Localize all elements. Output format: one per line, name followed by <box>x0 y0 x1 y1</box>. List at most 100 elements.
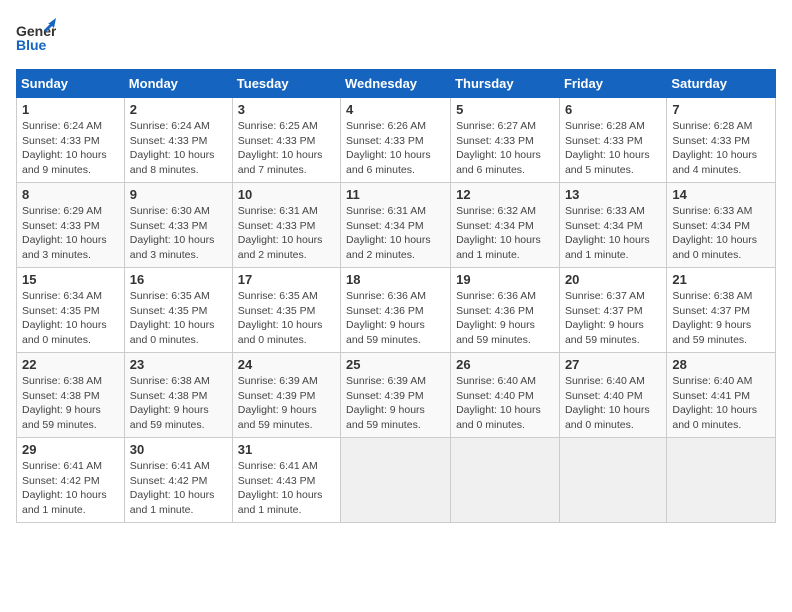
day-info: Sunrise: 6:37 AMSunset: 4:37 PMDaylight:… <box>565 289 661 348</box>
day-number: 5 <box>456 102 554 117</box>
day-number: 11 <box>346 187 445 202</box>
day-info: Sunrise: 6:27 AMSunset: 4:33 PMDaylight:… <box>456 119 554 178</box>
day-info: Sunrise: 6:36 AMSunset: 4:36 PMDaylight:… <box>456 289 554 348</box>
day-info: Sunrise: 6:28 AMSunset: 4:33 PMDaylight:… <box>672 119 770 178</box>
page-header: General Blue <box>16 16 776 61</box>
day-cell: 5 Sunrise: 6:27 AMSunset: 4:33 PMDaylight… <box>451 98 560 183</box>
day-number: 21 <box>672 272 770 287</box>
day-cell: 16 Sunrise: 6:35 AMSunset: 4:35 PMDayligh… <box>124 268 232 353</box>
day-info: Sunrise: 6:29 AMSunset: 4:33 PMDaylight:… <box>22 204 119 263</box>
day-info: Sunrise: 6:25 AMSunset: 4:33 PMDaylight:… <box>238 119 335 178</box>
day-info: Sunrise: 6:38 AMSunset: 4:38 PMDaylight:… <box>130 374 227 433</box>
week-row-3: 15 Sunrise: 6:34 AMSunset: 4:35 PMDayligh… <box>17 268 776 353</box>
day-cell: 15 Sunrise: 6:34 AMSunset: 4:35 PMDayligh… <box>17 268 125 353</box>
day-cell: 28 Sunrise: 6:40 AMSunset: 4:41 PMDayligh… <box>667 353 776 438</box>
day-cell: 3 Sunrise: 6:25 AMSunset: 4:33 PMDaylight… <box>232 98 340 183</box>
day-info: Sunrise: 6:40 AMSunset: 4:41 PMDaylight:… <box>672 374 770 433</box>
day-info: Sunrise: 6:35 AMSunset: 4:35 PMDaylight:… <box>130 289 227 348</box>
day-info: Sunrise: 6:41 AMSunset: 4:42 PMDaylight:… <box>22 459 119 518</box>
day-number: 31 <box>238 442 335 457</box>
day-info: Sunrise: 6:30 AMSunset: 4:33 PMDaylight:… <box>130 204 227 263</box>
day-info: Sunrise: 6:38 AMSunset: 4:37 PMDaylight:… <box>672 289 770 348</box>
day-cell: 4 Sunrise: 6:26 AMSunset: 4:33 PMDaylight… <box>341 98 451 183</box>
day-number: 23 <box>130 357 227 372</box>
week-row-5: 29 Sunrise: 6:41 AMSunset: 4:42 PMDayligh… <box>17 438 776 523</box>
day-cell <box>667 438 776 523</box>
week-row-1: 1 Sunrise: 6:24 AMSunset: 4:33 PMDaylight… <box>17 98 776 183</box>
day-number: 9 <box>130 187 227 202</box>
day-cell: 10 Sunrise: 6:31 AMSunset: 4:33 PMDayligh… <box>232 183 340 268</box>
svg-text:Blue: Blue <box>16 37 47 53</box>
day-cell: 30 Sunrise: 6:41 AMSunset: 4:42 PMDayligh… <box>124 438 232 523</box>
day-number: 14 <box>672 187 770 202</box>
day-cell: 21 Sunrise: 6:38 AMSunset: 4:37 PMDayligh… <box>667 268 776 353</box>
day-info: Sunrise: 6:31 AMSunset: 4:33 PMDaylight:… <box>238 204 335 263</box>
day-cell: 13Sunrise: 6:33 AMSunset: 4:34 PMDayligh… <box>559 183 666 268</box>
day-cell: 23 Sunrise: 6:38 AMSunset: 4:38 PMDayligh… <box>124 353 232 438</box>
day-info: Sunrise: 6:28 AMSunset: 4:33 PMDaylight:… <box>565 119 661 178</box>
day-info: Sunrise: 6:24 AMSunset: 4:33 PMDaylight:… <box>130 119 227 178</box>
column-header-sunday: Sunday <box>17 70 125 98</box>
day-cell: 20 Sunrise: 6:37 AMSunset: 4:37 PMDayligh… <box>559 268 666 353</box>
day-number: 6 <box>565 102 661 117</box>
column-header-thursday: Thursday <box>451 70 560 98</box>
day-cell: 12 Sunrise: 6:32 AMSunset: 4:34 PMDayligh… <box>451 183 560 268</box>
day-cell: 17 Sunrise: 6:35 AMSunset: 4:35 PMDayligh… <box>232 268 340 353</box>
day-number: 22 <box>22 357 119 372</box>
day-info: Sunrise: 6:26 AMSunset: 4:33 PMDaylight:… <box>346 119 445 178</box>
column-header-monday: Monday <box>124 70 232 98</box>
day-cell: 26 Sunrise: 6:40 AMSunset: 4:40 PMDayligh… <box>451 353 560 438</box>
day-cell <box>451 438 560 523</box>
week-row-4: 22 Sunrise: 6:38 AMSunset: 4:38 PMDayligh… <box>17 353 776 438</box>
day-info: Sunrise: 6:36 AMSunset: 4:36 PMDaylight:… <box>346 289 445 348</box>
calendar-body: 1 Sunrise: 6:24 AMSunset: 4:33 PMDaylight… <box>17 98 776 523</box>
day-cell: 8 Sunrise: 6:29 AMSunset: 4:33 PMDaylight… <box>17 183 125 268</box>
day-cell: 14Sunrise: 6:33 AMSunset: 4:34 PMDayligh… <box>667 183 776 268</box>
day-cell: 22Sunrise: 6:38 AMSunset: 4:38 PMDayligh… <box>17 353 125 438</box>
day-number: 19 <box>456 272 554 287</box>
day-info: Sunrise: 6:35 AMSunset: 4:35 PMDaylight:… <box>238 289 335 348</box>
day-number: 1 <box>22 102 119 117</box>
day-cell: 6 Sunrise: 6:28 AMSunset: 4:33 PMDaylight… <box>559 98 666 183</box>
day-cell: 9 Sunrise: 6:30 AMSunset: 4:33 PMDaylight… <box>124 183 232 268</box>
day-number: 16 <box>130 272 227 287</box>
day-cell: 25 Sunrise: 6:39 AMSunset: 4:39 PMDayligh… <box>341 353 451 438</box>
day-number: 25 <box>346 357 445 372</box>
day-cell: 7 Sunrise: 6:28 AMSunset: 4:33 PMDaylight… <box>667 98 776 183</box>
day-info: Sunrise: 6:24 AMSunset: 4:33 PMDaylight:… <box>22 119 119 178</box>
day-number: 15 <box>22 272 119 287</box>
day-info: Sunrise: 6:39 AMSunset: 4:39 PMDaylight:… <box>346 374 445 433</box>
day-info: Sunrise: 6:40 AMSunset: 4:40 PMDaylight:… <box>456 374 554 433</box>
column-header-saturday: Saturday <box>667 70 776 98</box>
day-number: 7 <box>672 102 770 117</box>
day-number: 27 <box>565 357 661 372</box>
day-info: Sunrise: 6:32 AMSunset: 4:34 PMDaylight:… <box>456 204 554 263</box>
day-info: Sunrise: 6:34 AMSunset: 4:35 PMDaylight:… <box>22 289 119 348</box>
day-cell: 19 Sunrise: 6:36 AMSunset: 4:36 PMDayligh… <box>451 268 560 353</box>
day-number: 18 <box>346 272 445 287</box>
day-number: 10 <box>238 187 335 202</box>
day-cell <box>341 438 451 523</box>
day-number: 4 <box>346 102 445 117</box>
day-info: Sunrise: 6:33 AMSunset: 4:34 PMDaylight:… <box>565 204 661 263</box>
day-info: Sunrise: 6:31 AMSunset: 4:34 PMDaylight:… <box>346 204 445 263</box>
day-number: 29 <box>22 442 119 457</box>
column-header-tuesday: Tuesday <box>232 70 340 98</box>
calendar-header-row: SundayMondayTuesdayWednesdayThursdayFrid… <box>17 70 776 98</box>
day-cell: 1 Sunrise: 6:24 AMSunset: 4:33 PMDaylight… <box>17 98 125 183</box>
calendar-table: SundayMondayTuesdayWednesdayThursdayFrid… <box>16 69 776 523</box>
day-info: Sunrise: 6:40 AMSunset: 4:40 PMDaylight:… <box>565 374 661 433</box>
day-number: 26 <box>456 357 554 372</box>
day-info: Sunrise: 6:41 AMSunset: 4:42 PMDaylight:… <box>130 459 227 518</box>
day-number: 20 <box>565 272 661 287</box>
day-number: 3 <box>238 102 335 117</box>
day-number: 17 <box>238 272 335 287</box>
day-number: 12 <box>456 187 554 202</box>
day-number: 2 <box>130 102 227 117</box>
column-header-wednesday: Wednesday <box>341 70 451 98</box>
day-number: 30 <box>130 442 227 457</box>
day-number: 8 <box>22 187 119 202</box>
logo: General Blue <box>16 16 56 61</box>
day-number: 28 <box>672 357 770 372</box>
column-header-friday: Friday <box>559 70 666 98</box>
